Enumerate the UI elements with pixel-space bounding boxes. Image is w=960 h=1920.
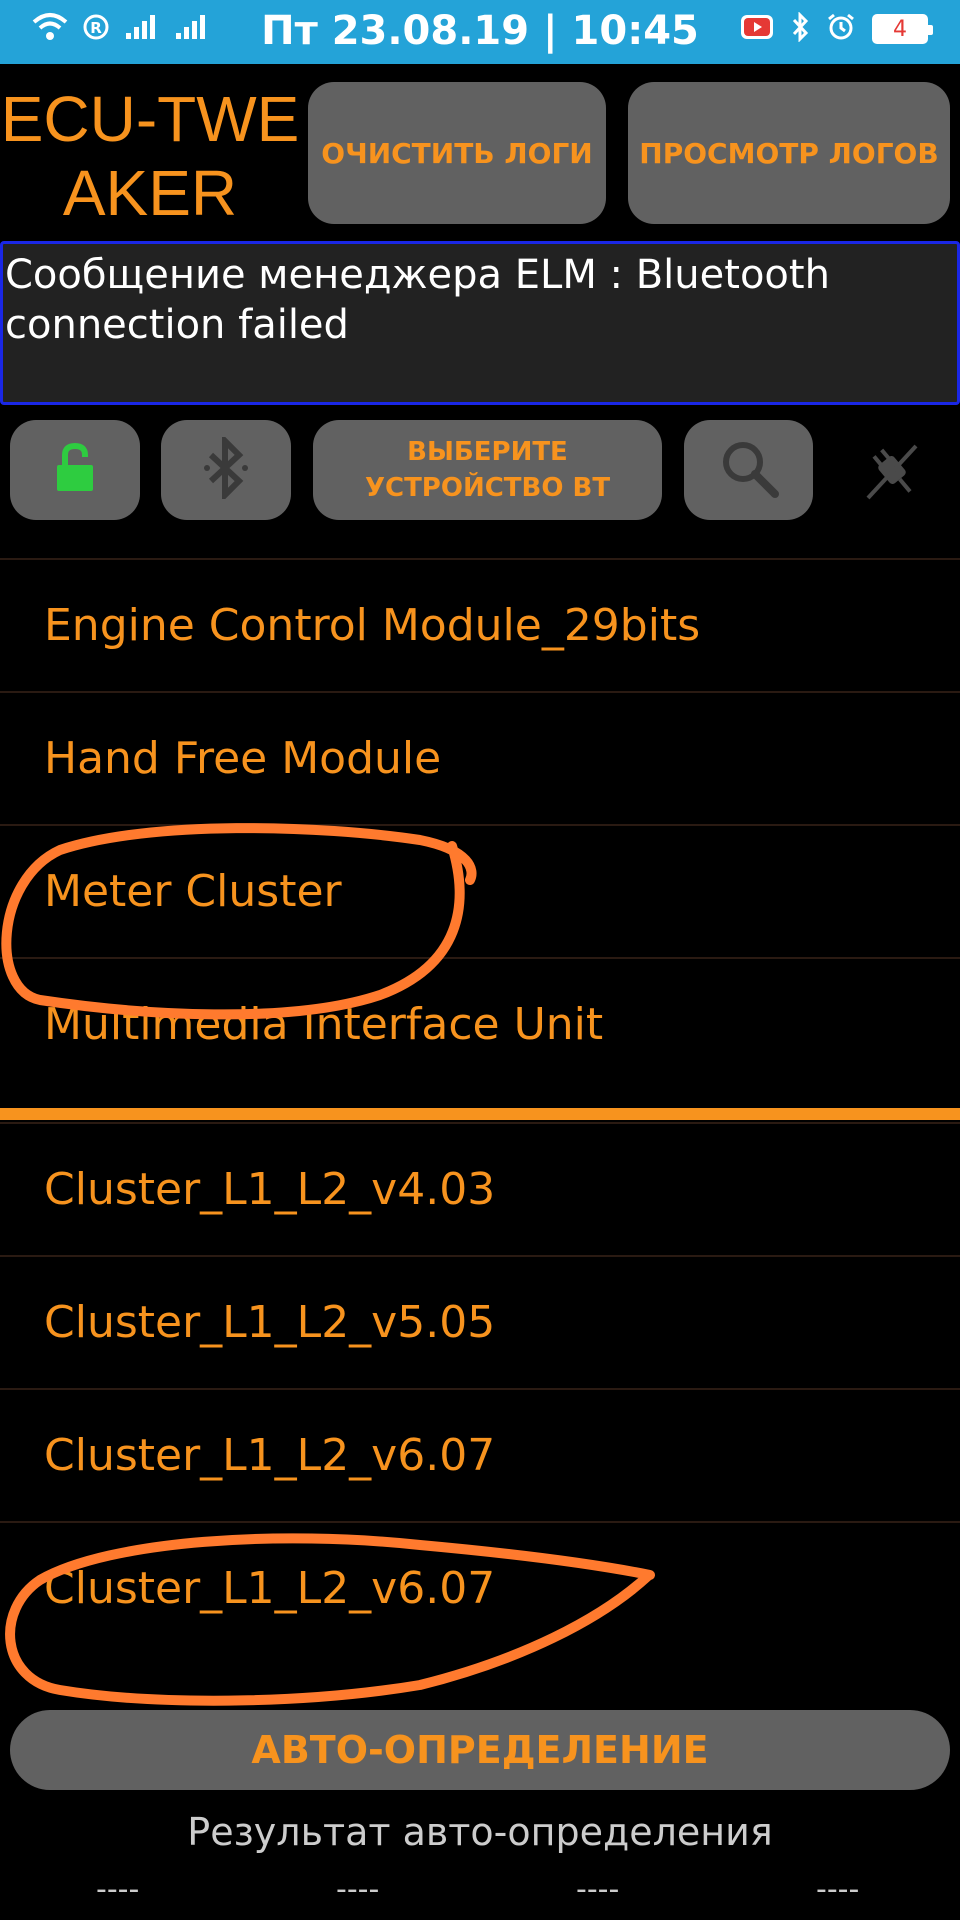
result-value: ---- [96, 1872, 140, 1907]
app-title-line2: AKER [62, 157, 238, 229]
battery-level: 4 [893, 16, 907, 42]
app-title-line1: ECU-TWE [0, 83, 300, 155]
list-item[interactable]: Cluster_L1_L2_v6.07 [0, 1521, 960, 1654]
status-right-icons: 4 [740, 11, 933, 46]
auto-detect-button[interactable]: АВТО-ОПРЕДЕЛЕНИЕ [10, 1710, 950, 1790]
list-item[interactable]: Hand Free Module [0, 691, 960, 824]
youtube-icon [740, 14, 774, 44]
plug-icon[interactable] [860, 438, 924, 506]
alarm-icon [826, 12, 856, 46]
version-list: Cluster_L1_L2_v4.03 Cluster_L1_L2_v5.05 … [0, 1122, 960, 1654]
unlock-button[interactable] [10, 420, 140, 520]
module-list: Engine Control Module_29bits Hand Free M… [0, 558, 960, 1090]
list-divider [0, 1108, 960, 1120]
result-value: ---- [816, 1872, 860, 1907]
search-button[interactable] [684, 420, 813, 520]
list-item[interactable]: Cluster_L1_L2_v4.03 [0, 1122, 960, 1255]
bluetooth-button[interactable] [161, 420, 291, 520]
elm-message-box: Сообщение менеджера ELM : Bluetooth conn… [0, 241, 960, 405]
select-device-label-line2: УСТРОЙСТВО ВТ [364, 473, 611, 503]
result-value: ---- [576, 1872, 620, 1907]
clear-logs-button[interactable]: ОЧИСТИТЬ ЛОГИ [308, 82, 606, 224]
select-device-label-line1: ВЫБЕРИТЕ [407, 437, 568, 467]
list-item[interactable]: Cluster_L1_L2_v5.05 [0, 1255, 960, 1388]
list-item[interactable]: Multimedia Interface Unit [0, 957, 960, 1090]
app-title: ECU-TWE AKER [0, 82, 300, 230]
list-item[interactable]: Meter Cluster [0, 824, 960, 957]
auto-detect-result-label: Результат авто-определения [187, 1810, 773, 1854]
select-bt-device-button[interactable]: ВЫБЕРИТЕ УСТРОЙСТВО ВТ [313, 420, 662, 520]
list-item[interactable]: Cluster_L1_L2_v6.07 [0, 1388, 960, 1521]
search-icon [717, 436, 781, 504]
view-logs-button[interactable]: ПРОСМОТР ЛОГОВ [628, 82, 950, 224]
unlock-icon [53, 442, 97, 497]
result-value: ---- [336, 1872, 380, 1907]
bluetooth-icon [201, 433, 251, 503]
list-item[interactable]: Engine Control Module_29bits [0, 558, 960, 691]
status-bar: R Пт 23.08.19 | 10:45 4 [0, 0, 960, 64]
bluetooth-icon [790, 11, 810, 46]
battery-icon: 4 [872, 14, 933, 44]
